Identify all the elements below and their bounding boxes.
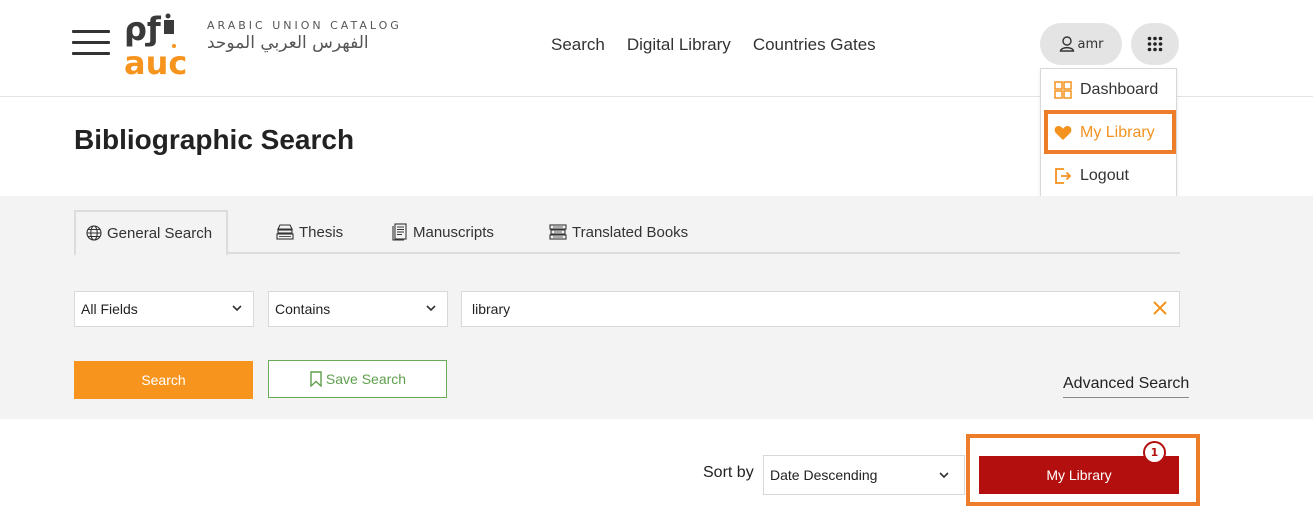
operator-select[interactable]: Contains: [268, 291, 448, 327]
bookmark-icon: [310, 371, 322, 387]
chevron-down-icon: [232, 305, 242, 312]
chevron-down-icon: [426, 305, 436, 312]
clear-icon[interactable]: [1152, 300, 1168, 316]
sort-select-value: Date Descending: [770, 467, 878, 483]
tab-translated-books[interactable]: Translated Books: [549, 210, 688, 254]
tab-general-search[interactable]: General Search: [74, 210, 229, 256]
svg-text:ρƒ: ρƒ: [124, 10, 162, 48]
sort-label: Sort by: [703, 464, 754, 481]
nav-countries-gates[interactable]: Countries Gates: [753, 35, 876, 55]
search-panel: General Search Thesis Manuscripts Transl…: [0, 196, 1313, 419]
field-select-value: All Fields: [81, 301, 138, 317]
logo-text-english: ARABIC UNION CATALOG: [207, 19, 402, 32]
page-title: Bibliographic Search: [74, 124, 355, 155]
hamburger-menu-icon[interactable]: [72, 30, 110, 60]
books-icon: [549, 224, 567, 240]
logout-icon: [1055, 168, 1072, 184]
tab-label: Translated Books: [572, 223, 689, 241]
search-input[interactable]: [461, 291, 1180, 327]
apps-grid-button[interactable]: [1131, 23, 1179, 65]
chevron-down-icon: [939, 472, 949, 479]
menu-item-label: Logout: [1080, 167, 1129, 184]
menu-item-logout[interactable]: Logout: [1041, 159, 1176, 193]
top-navigation: Search Digital Library Countries Gates: [551, 35, 898, 55]
tab-label: Manuscripts: [413, 223, 494, 241]
nav-digital-library[interactable]: Digital Library: [627, 35, 731, 55]
operator-select-value: Contains: [275, 301, 331, 317]
dashboard-icon: [1054, 81, 1072, 99]
tab-thesis[interactable]: Thesis: [276, 210, 343, 254]
my-library-count-badge: 1: [1143, 441, 1166, 464]
tab-label: General Search: [107, 224, 213, 242]
advanced-search-link[interactable]: Advanced Search: [1063, 375, 1190, 398]
save-search-button[interactable]: Save Search: [268, 360, 447, 398]
tab-manuscripts[interactable]: Manuscripts: [392, 210, 494, 254]
tab-label: Thesis: [299, 223, 344, 241]
manuscript-icon: [392, 223, 407, 241]
svg-text:auc: auc: [124, 44, 187, 76]
apps-grid-icon: [1147, 36, 1163, 52]
menu-item-label: Dashboard: [1080, 81, 1159, 98]
nav-search[interactable]: Search: [551, 35, 605, 55]
user-account-button[interactable]: amr: [1040, 23, 1122, 65]
user-icon: [1059, 36, 1074, 52]
thesis-icon: [276, 224, 294, 240]
user-name: amr: [1077, 36, 1104, 52]
menu-item-dashboard[interactable]: Dashboard: [1041, 73, 1176, 107]
auc-logo[interactable]: ρƒ auc: [122, 6, 192, 76]
globe-icon: [86, 225, 102, 241]
search-tabs: General Search Thesis Manuscripts Transl…: [74, 210, 1180, 256]
field-select[interactable]: All Fields: [74, 291, 254, 327]
highlight-box-menu-my-library: [1044, 110, 1176, 154]
save-search-label: Save Search: [325, 371, 407, 387]
search-button[interactable]: Search: [74, 361, 253, 399]
sort-select[interactable]: Date Descending: [763, 455, 965, 495]
logo-text-arabic: الفهرس العربي الموحد: [207, 33, 369, 53]
